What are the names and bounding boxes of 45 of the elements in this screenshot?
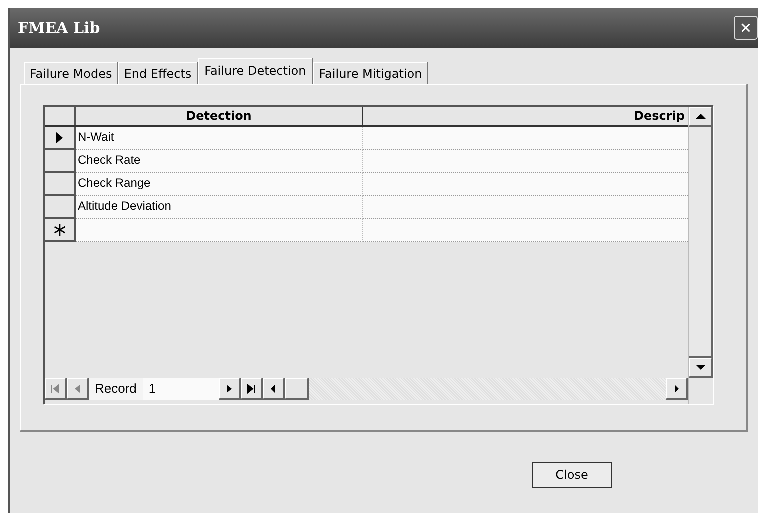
table-cell[interactable]: N-Wait (76, 127, 363, 150)
down-arrow-icon (696, 364, 706, 371)
row-selector[interactable] (45, 173, 76, 196)
left-arrow-icon (270, 384, 276, 394)
row-selector[interactable] (45, 127, 76, 150)
next-record-button[interactable] (218, 378, 241, 400)
tab[interactable]: Failure Detection (198, 58, 314, 84)
column-header[interactable]: Descrip (363, 107, 688, 125)
record-number-field[interactable]: 1 (142, 378, 219, 400)
table-cell[interactable] (363, 127, 688, 150)
table-cell[interactable]: Check Range (76, 173, 363, 196)
window-title: FMEA Lib (18, 19, 100, 37)
scroll-up-button[interactable] (689, 107, 713, 127)
tab[interactable]: End Effects (118, 62, 198, 84)
next-icon (226, 384, 233, 394)
row-selector[interactable] (45, 196, 76, 219)
table-cell[interactable] (363, 150, 688, 173)
record-label: Record (89, 378, 143, 400)
scroll-right-button[interactable] (666, 378, 688, 400)
table-cell[interactable]: Altitude Deviation (76, 196, 363, 219)
last-icon (246, 384, 256, 394)
first-icon (51, 384, 60, 394)
column-header[interactable]: Detection (76, 107, 363, 125)
table-cell[interactable]: Check Rate (76, 150, 363, 173)
tab[interactable]: Failure Modes (24, 62, 118, 84)
close-button[interactable]: Close (532, 462, 612, 488)
current-row-icon (55, 132, 64, 144)
first-record-button[interactable] (45, 378, 67, 400)
scroll-thumb[interactable] (284, 378, 309, 400)
table-cell[interactable] (363, 219, 688, 242)
tab[interactable]: Failure Mitigation (313, 62, 428, 84)
row-selector[interactable] (45, 150, 76, 173)
last-record-button[interactable] (240, 378, 263, 400)
close-button[interactable] (734, 16, 758, 40)
table-cell[interactable] (363, 173, 688, 196)
scroll-left-button[interactable] (262, 378, 285, 400)
right-arrow-icon (674, 384, 680, 394)
table-cell[interactable] (76, 219, 363, 242)
row-selector[interactable] (45, 219, 76, 242)
table-cell[interactable] (363, 196, 688, 219)
previous-icon (74, 384, 81, 394)
previous-record-button[interactable] (67, 378, 89, 400)
scroll-down-button[interactable] (689, 358, 713, 378)
up-arrow-icon (696, 113, 706, 120)
asterisk-icon (54, 224, 66, 236)
